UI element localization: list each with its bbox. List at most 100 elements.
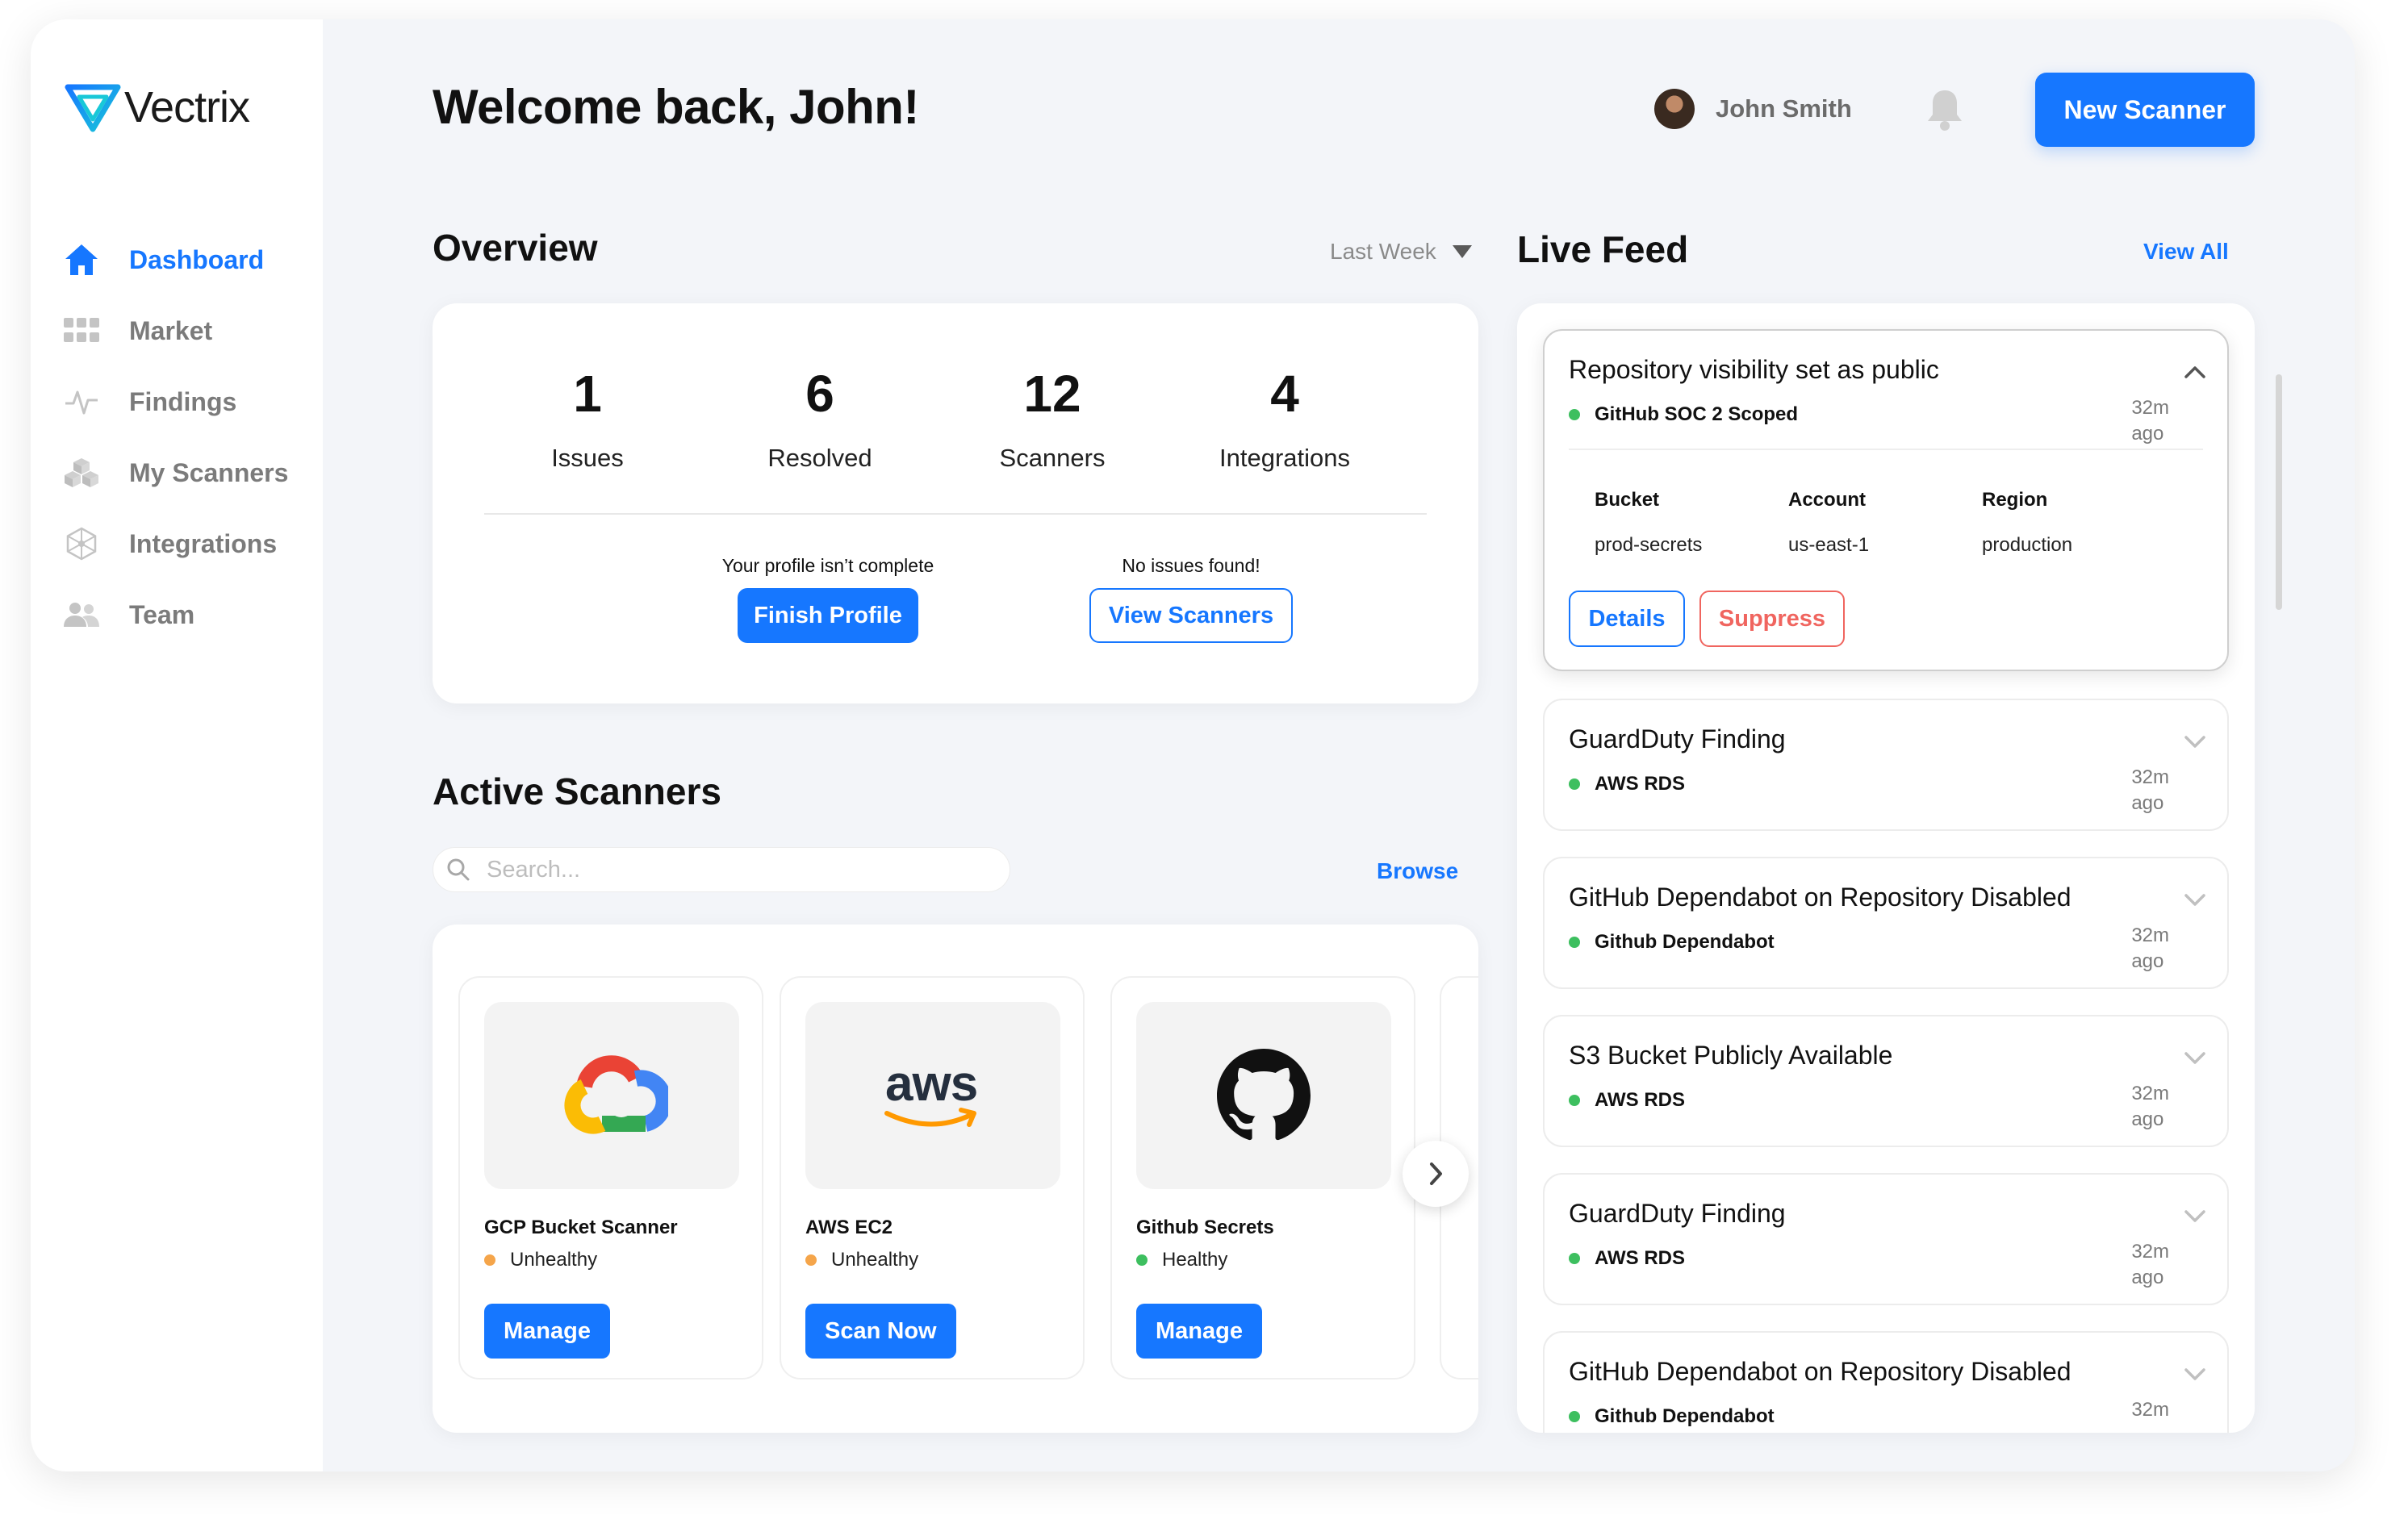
time-suffix: ago	[2131, 423, 2164, 445]
feed-item-title: Repository visibility set as public	[1569, 355, 1939, 384]
overview-card: 1 Issues 6 Resolved 12 Scanners 4 Integr…	[433, 303, 1478, 703]
issues-message: No issues found!	[1122, 555, 1260, 576]
detail-region: Region production	[1982, 489, 2072, 557]
feed-item-title: S3 Bucket Publicly Available	[1569, 1041, 1893, 1070]
status-text: Healthy	[1162, 1249, 1228, 1271]
aws-smile-icon	[884, 1108, 976, 1127]
details-button[interactable]: Details	[1569, 591, 1685, 647]
period-select[interactable]: Last Week	[1330, 239, 1472, 265]
sidebar-item-my-scanners[interactable]: My Scanners	[63, 449, 288, 497]
sidebar-item-integrations[interactable]: Integrations	[63, 520, 288, 568]
time-value: 32m	[2131, 397, 2169, 419]
chevron-up-icon[interactable]	[2184, 365, 2206, 379]
scanner-card-gcp[interactable]: GCP Bucket Scanner Unhealthy Manage	[458, 976, 763, 1379]
sidebar-item-label: My Scanners	[129, 457, 289, 487]
aws-logo-text: aws	[885, 1056, 978, 1112]
sidebar-item-label: Market	[129, 315, 213, 345]
stat-resolved[interactable]: 6 Resolved	[704, 361, 936, 473]
aws-logo-icon: aws	[880, 1055, 985, 1136]
stat-scanners[interactable]: 12 Scanners	[936, 361, 1168, 473]
stat-issues[interactable]: 1 Issues	[471, 361, 704, 473]
feed-item-source: GitHub SOC 2 Scoped	[1569, 403, 1798, 426]
sidebar-item-market[interactable]: Market	[63, 307, 288, 355]
view-all-link[interactable]: View All	[2143, 239, 2229, 265]
feed-item[interactable]: GitHub Dependabot on Repository Disabled…	[1543, 857, 2229, 989]
time-value: 32m	[2131, 1399, 2169, 1421]
stat-label: Issues	[551, 444, 624, 472]
sidebar-item-findings[interactable]: Findings	[63, 378, 288, 426]
suppress-button[interactable]: Suppress	[1699, 591, 1845, 647]
scanner-name: Github Secrets	[1136, 1217, 1274, 1238]
feed-item[interactable]: S3 Bucket Publicly Available AWS RDS 32m…	[1543, 1015, 2229, 1147]
scanner-card-github[interactable]: Github Secrets Healthy Manage	[1110, 976, 1415, 1379]
chevron-down-icon[interactable]	[2184, 1050, 2206, 1065]
feed-item[interactable]: GuardDuty Finding AWS RDS 32m ago	[1543, 699, 2229, 831]
detail-bucket: Bucket prod-secrets	[1595, 489, 1702, 557]
cubes-icon	[63, 454, 100, 491]
chevron-down-icon[interactable]	[2184, 1367, 2206, 1381]
scanner-name: AWS EC2	[805, 1217, 893, 1238]
status-dot	[1569, 1095, 1580, 1106]
sidebar-nav: Dashboard Market Findings My Scanners In…	[63, 236, 288, 662]
stat-label: Resolved	[767, 444, 872, 472]
time-value: 32m	[2131, 1083, 2169, 1104]
detail-label: Bucket	[1595, 489, 1660, 511]
scanner-logo-box	[1136, 1002, 1391, 1189]
brand-logo[interactable]: Vectrix	[65, 82, 250, 132]
feed-item-title: GitHub Dependabot on Repository Disabled	[1569, 883, 2071, 912]
chevron-right-icon	[1430, 1162, 1442, 1185]
team-icon	[63, 596, 100, 633]
stat-value: 6	[805, 365, 834, 423]
user-name: John Smith	[1716, 94, 1852, 123]
time-suffix: ago	[2131, 1108, 2164, 1130]
profile-message: Your profile isn’t complete	[721, 555, 934, 576]
overview-stats: 1 Issues 6 Resolved 12 Scanners 4 Integr…	[471, 361, 1440, 473]
feed-item[interactable]: GitHub Dependabot on Repository Disabled…	[1543, 1331, 2229, 1433]
carousel-next-button[interactable]	[1403, 1141, 1469, 1207]
sidebar-item-label: Integrations	[129, 528, 278, 558]
stat-integrations[interactable]: 4 Integrations	[1168, 361, 1401, 473]
detail-value: us-east-1	[1788, 534, 1870, 556]
network-icon	[63, 525, 100, 562]
feed-item-title: GuardDuty Finding	[1569, 1199, 1786, 1228]
search-input[interactable]	[487, 856, 971, 883]
bell-icon[interactable]	[1924, 87, 1966, 132]
scan-now-button[interactable]: Scan Now	[805, 1304, 956, 1359]
avatar	[1654, 89, 1695, 129]
chevron-down-icon[interactable]	[2184, 1208, 2206, 1223]
scanner-logo-box: aws	[805, 1002, 1060, 1189]
source-text: GitHub SOC 2 Scoped	[1595, 403, 1799, 425]
feed-item-source: Github Dependabot	[1569, 1405, 1775, 1428]
status-dot	[1136, 1254, 1148, 1266]
scanner-card-aws[interactable]: aws AWS EC2 Unhealthy Scan Now	[780, 976, 1085, 1379]
scanner-status: Unhealthy	[805, 1249, 918, 1271]
status-text: Unhealthy	[510, 1249, 598, 1271]
source-text: Github Dependabot	[1595, 931, 1775, 953]
finish-profile-button[interactable]: Finish Profile	[738, 588, 918, 643]
status-dot	[484, 1254, 495, 1266]
chevron-down-icon[interactable]	[2184, 892, 2206, 907]
feed-item-time: 32m ago	[2131, 1081, 2169, 1133]
stat-value: 1	[573, 365, 602, 423]
sidebar-item-team[interactable]: Team	[63, 591, 288, 639]
new-scanner-button[interactable]: New Scanner	[2035, 73, 2255, 147]
user-menu[interactable]: John Smith	[1654, 89, 1852, 129]
view-scanners-button[interactable]: View Scanners	[1089, 588, 1293, 643]
feed-item-divider	[1569, 449, 2203, 450]
feed-item-source: Github Dependabot	[1569, 931, 1775, 954]
sidebar-item-label: Findings	[129, 386, 237, 416]
detail-account: Account us-east-1	[1788, 489, 1869, 557]
manage-button[interactable]: Manage	[1136, 1304, 1262, 1359]
feed-item[interactable]: GuardDuty Finding AWS RDS 32m ago	[1543, 1173, 2229, 1305]
feed-scrollbar[interactable]	[2276, 374, 2282, 610]
page-title: Welcome back, John!	[433, 80, 919, 134]
feed-item[interactable]: Repository visibility set as public GitH…	[1543, 329, 2229, 671]
sidebar-item-label: Dashboard	[129, 244, 265, 274]
status-dot	[1569, 1411, 1580, 1422]
chevron-down-icon[interactable]	[2184, 734, 2206, 749]
overview-divider	[484, 513, 1427, 515]
browse-link[interactable]: Browse	[1377, 858, 1458, 884]
manage-button[interactable]: Manage	[484, 1304, 610, 1359]
sidebar-item-dashboard[interactable]: Dashboard	[63, 236, 288, 284]
feed-item-time: 32m	[2131, 1397, 2169, 1423]
